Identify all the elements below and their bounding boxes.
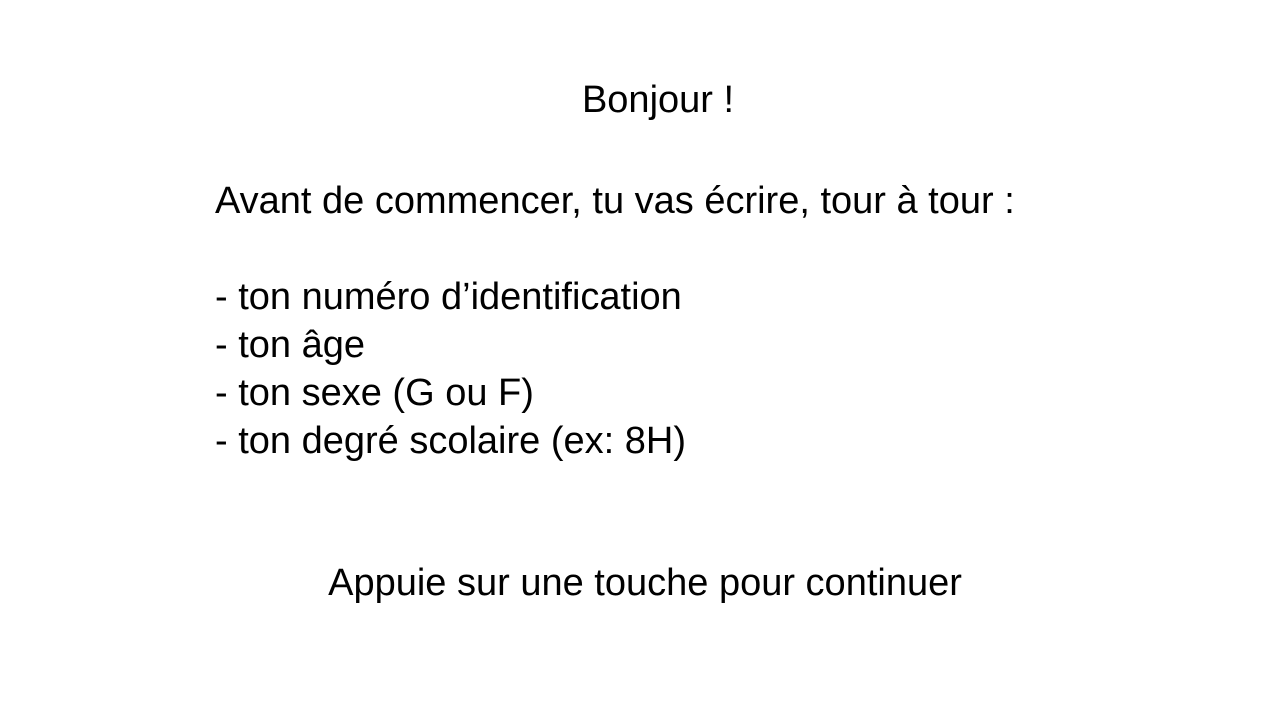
continue-prompt: Appuie sur une touche pour continuer [328, 562, 962, 604]
list-item-school-grade: - ton degré scolaire (ex: 8H) [215, 420, 686, 462]
intro-text: Avant de commencer, tu vas écrire, tour … [215, 180, 1015, 222]
required-fields-list: - ton numéro d’identification - ton âge … [215, 273, 686, 465]
greeting-heading: Bonjour ! [581, 79, 735, 121]
list-item-id-number: - ton numéro d’identification [215, 276, 682, 318]
list-item-sex: - ton sexe (G ou F) [215, 372, 534, 414]
instruction-screen[interactable]: Bonjour ! Avant de commencer, tu vas écr… [0, 0, 1280, 720]
list-item-age: - ton âge [215, 324, 365, 366]
